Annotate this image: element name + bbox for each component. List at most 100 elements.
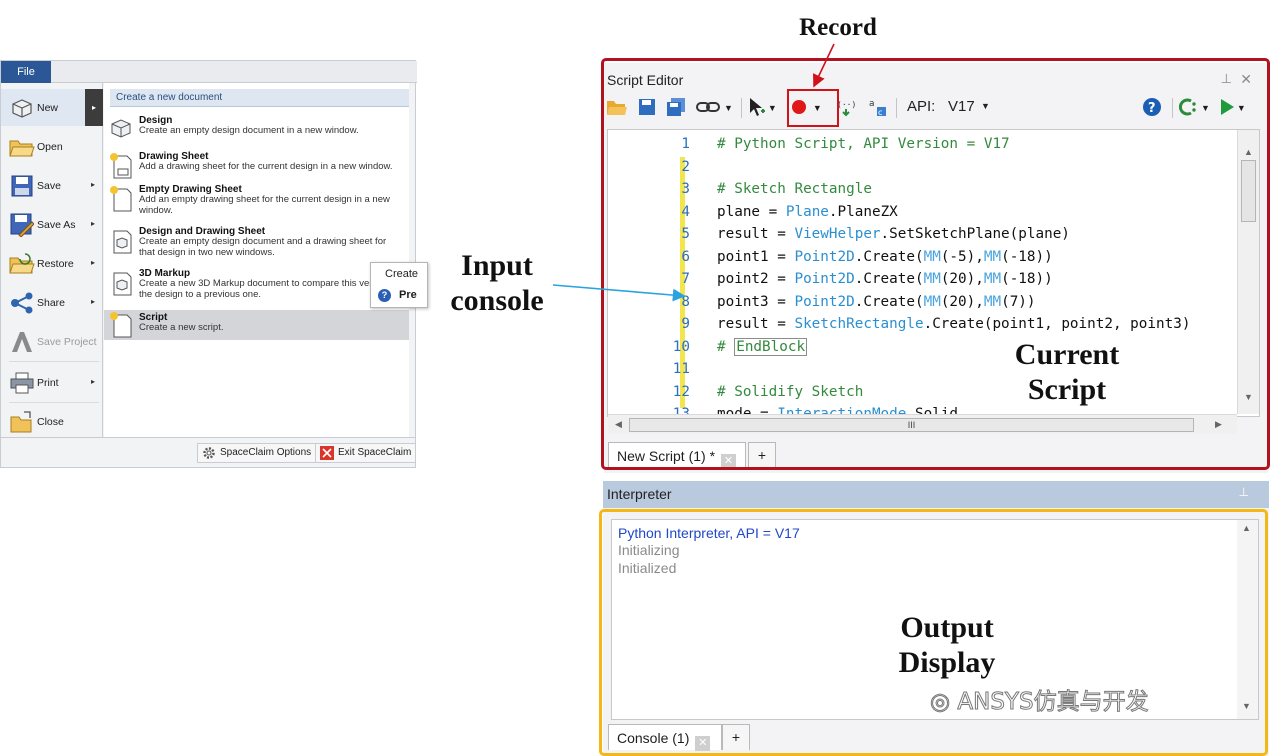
chevron-down-icon[interactable]: ▼ xyxy=(724,103,733,113)
code-token: (20), xyxy=(940,293,984,310)
doc-description: Add a drawing sheet for the current desi… xyxy=(139,161,393,172)
menu-item-close[interactable]: Close xyxy=(1,403,103,440)
horizontal-scrollbar[interactable]: ◀ III ▶ xyxy=(608,414,1237,434)
vertical-scrollbar[interactable]: ▲ ▼ xyxy=(1237,130,1259,414)
debug-icon[interactable] xyxy=(1178,97,1199,120)
drawing-sheet-icon xyxy=(110,153,134,181)
doc-description: Create an empty design document in a new… xyxy=(139,125,359,136)
folder-open-icon xyxy=(7,133,37,161)
link-icon[interactable] xyxy=(696,100,722,117)
menu-item-print[interactable]: Print ▸ xyxy=(1,364,103,401)
add-tab-button[interactable]: + xyxy=(748,442,776,468)
exit-spaceclaim-button[interactable]: Exit SpaceClaim xyxy=(315,443,417,463)
scroll-up-icon[interactable]: ▲ xyxy=(1242,523,1251,533)
code-token: EndBlock xyxy=(734,337,808,356)
menu-item-open[interactable]: Open xyxy=(1,128,103,165)
close-icon[interactable]: ✕ xyxy=(695,736,711,751)
printer-icon xyxy=(7,369,37,397)
annotation-line: Output xyxy=(900,611,994,644)
doc-option-empty-drawing-sheet[interactable]: Empty Drawing Sheet Add an empty drawing… xyxy=(104,184,409,224)
doc-option-design[interactable]: Design Create an empty design document i… xyxy=(104,115,409,149)
submenu-arrow-icon: ▸ xyxy=(90,377,95,386)
save-all-icon[interactable] xyxy=(666,97,686,120)
doc-description: Create a new 3D Markup document to compa… xyxy=(139,278,401,300)
menu-item-save-as[interactable]: Save As ▸ xyxy=(1,206,103,243)
spaceclaim-options-button[interactable]: SpaceClaim Options xyxy=(197,443,317,463)
tab-label: Console (1) xyxy=(617,730,690,746)
file-tab[interactable]: File xyxy=(1,61,51,83)
code-line: 11 xyxy=(608,358,1248,381)
code-editor[interactable]: 1 # Python Script, API Version = V17 2 3 # S… xyxy=(607,129,1260,417)
console-tab[interactable]: Console (1) ✕ xyxy=(608,724,722,751)
folder-restore-icon xyxy=(7,250,37,278)
run-icon[interactable] xyxy=(1219,98,1235,119)
popup-text: Pre xyxy=(399,289,417,301)
chevron-down-icon[interactable]: ▼ xyxy=(1201,103,1210,113)
exit-label: Exit SpaceClaim xyxy=(338,447,412,458)
code-line: 4 plane = Plane.PlaneZX xyxy=(608,201,1248,224)
line-number: 7 xyxy=(681,271,690,287)
add-tab-button[interactable]: + xyxy=(722,724,750,750)
menu-item-label: Open xyxy=(37,140,63,153)
menu-item-new[interactable]: New ▸ xyxy=(1,89,103,126)
close-icon[interactable]: ✕ xyxy=(1240,71,1252,88)
api-version-select[interactable]: V17 xyxy=(948,98,975,115)
code-text: # Solidify Sketch xyxy=(717,381,863,404)
code-token: MM xyxy=(923,248,941,265)
doc-option-design-and-drawing[interactable]: Design and Drawing Sheet Create an empty… xyxy=(104,226,409,266)
annotation-record: Record xyxy=(799,14,877,41)
interpreter-header: Interpreter ⊥ xyxy=(603,481,1269,508)
close-icon[interactable]: ✕ xyxy=(721,454,737,469)
vertical-scrollbar[interactable]: ▲ ▼ xyxy=(1237,520,1258,719)
save-icon[interactable] xyxy=(638,98,656,119)
scroll-down-icon[interactable]: ▼ xyxy=(1244,392,1253,402)
menu-item-label: New xyxy=(37,101,59,114)
code-text: result = SketchRectangle.Create(point1, … xyxy=(717,313,1190,336)
code-token: .SetSketchPlane(plane) xyxy=(880,226,1070,242)
new-document-panel: Create a new document Design Create an e… xyxy=(104,83,409,437)
scroll-down-icon[interactable]: ▼ xyxy=(1242,701,1251,711)
menu-item-restore[interactable]: Restore ▸ xyxy=(1,245,103,282)
scroll-right-icon[interactable]: ▶ xyxy=(1215,419,1222,430)
code-token: (20), xyxy=(940,271,984,287)
floppy-icon xyxy=(7,172,37,200)
doc-option-script[interactable]: Script Create a new script. xyxy=(104,310,409,340)
code-line: 2 xyxy=(608,156,1248,179)
line-number: 10 xyxy=(672,338,690,355)
output-line: Initializing xyxy=(618,542,680,558)
annotation-line: Display xyxy=(898,646,996,680)
chevron-down-icon[interactable]: ▼ xyxy=(1237,103,1246,113)
code-token: MM xyxy=(983,271,1002,287)
annotation-line: Current xyxy=(1014,338,1120,371)
doc-option-3d-markup[interactable]: 3D Markup Create a new 3D Markup documen… xyxy=(104,268,409,308)
scroll-up-icon[interactable]: ▲ xyxy=(1244,147,1253,157)
file-menu-footer: SpaceClaim Options Exit SpaceClaim xyxy=(1,437,417,467)
select-pointer-icon[interactable] xyxy=(748,97,766,120)
chevron-down-icon[interactable]: ▼ xyxy=(981,101,990,111)
svg-text:(··): (··) xyxy=(837,100,856,109)
scroll-left-icon[interactable]: ◀ xyxy=(615,419,622,430)
code-token: .Create( xyxy=(854,271,924,287)
pin-icon[interactable]: ⊥ xyxy=(1221,71,1232,87)
code-token: point2 = xyxy=(717,271,795,287)
menu-item-label: Save Project xyxy=(37,335,97,348)
api-label: API: xyxy=(907,98,936,115)
scroll-thumb[interactable] xyxy=(1241,160,1256,222)
code-text: point3 = Point2D.Create(MM(20),MM(7)) xyxy=(717,291,1036,314)
pin-icon[interactable]: ⊥ xyxy=(1239,485,1249,499)
record-highlight xyxy=(787,89,839,127)
line-number: 5 xyxy=(681,226,690,242)
script-tab[interactable]: New Script (1) * ✕ xyxy=(608,442,746,469)
doc-option-drawing-sheet[interactable]: Drawing Sheet Add a drawing sheet for th… xyxy=(104,151,409,183)
help-icon[interactable]: ? xyxy=(1142,97,1162,120)
convert-icon[interactable]: ac xyxy=(868,97,888,120)
menu-item-save[interactable]: Save ▸ xyxy=(1,167,103,204)
gear-icon xyxy=(202,446,216,460)
chevron-down-icon[interactable]: ▼ xyxy=(768,103,777,113)
code-text: plane = Plane.PlaneZX xyxy=(717,201,898,224)
output-line: Initialized xyxy=(618,560,677,576)
scroll-thumb[interactable]: III xyxy=(629,418,1194,432)
line-number: 4 xyxy=(681,203,690,220)
open-folder-icon[interactable] xyxy=(606,98,628,119)
menu-item-share[interactable]: Share ▸ xyxy=(1,284,103,321)
